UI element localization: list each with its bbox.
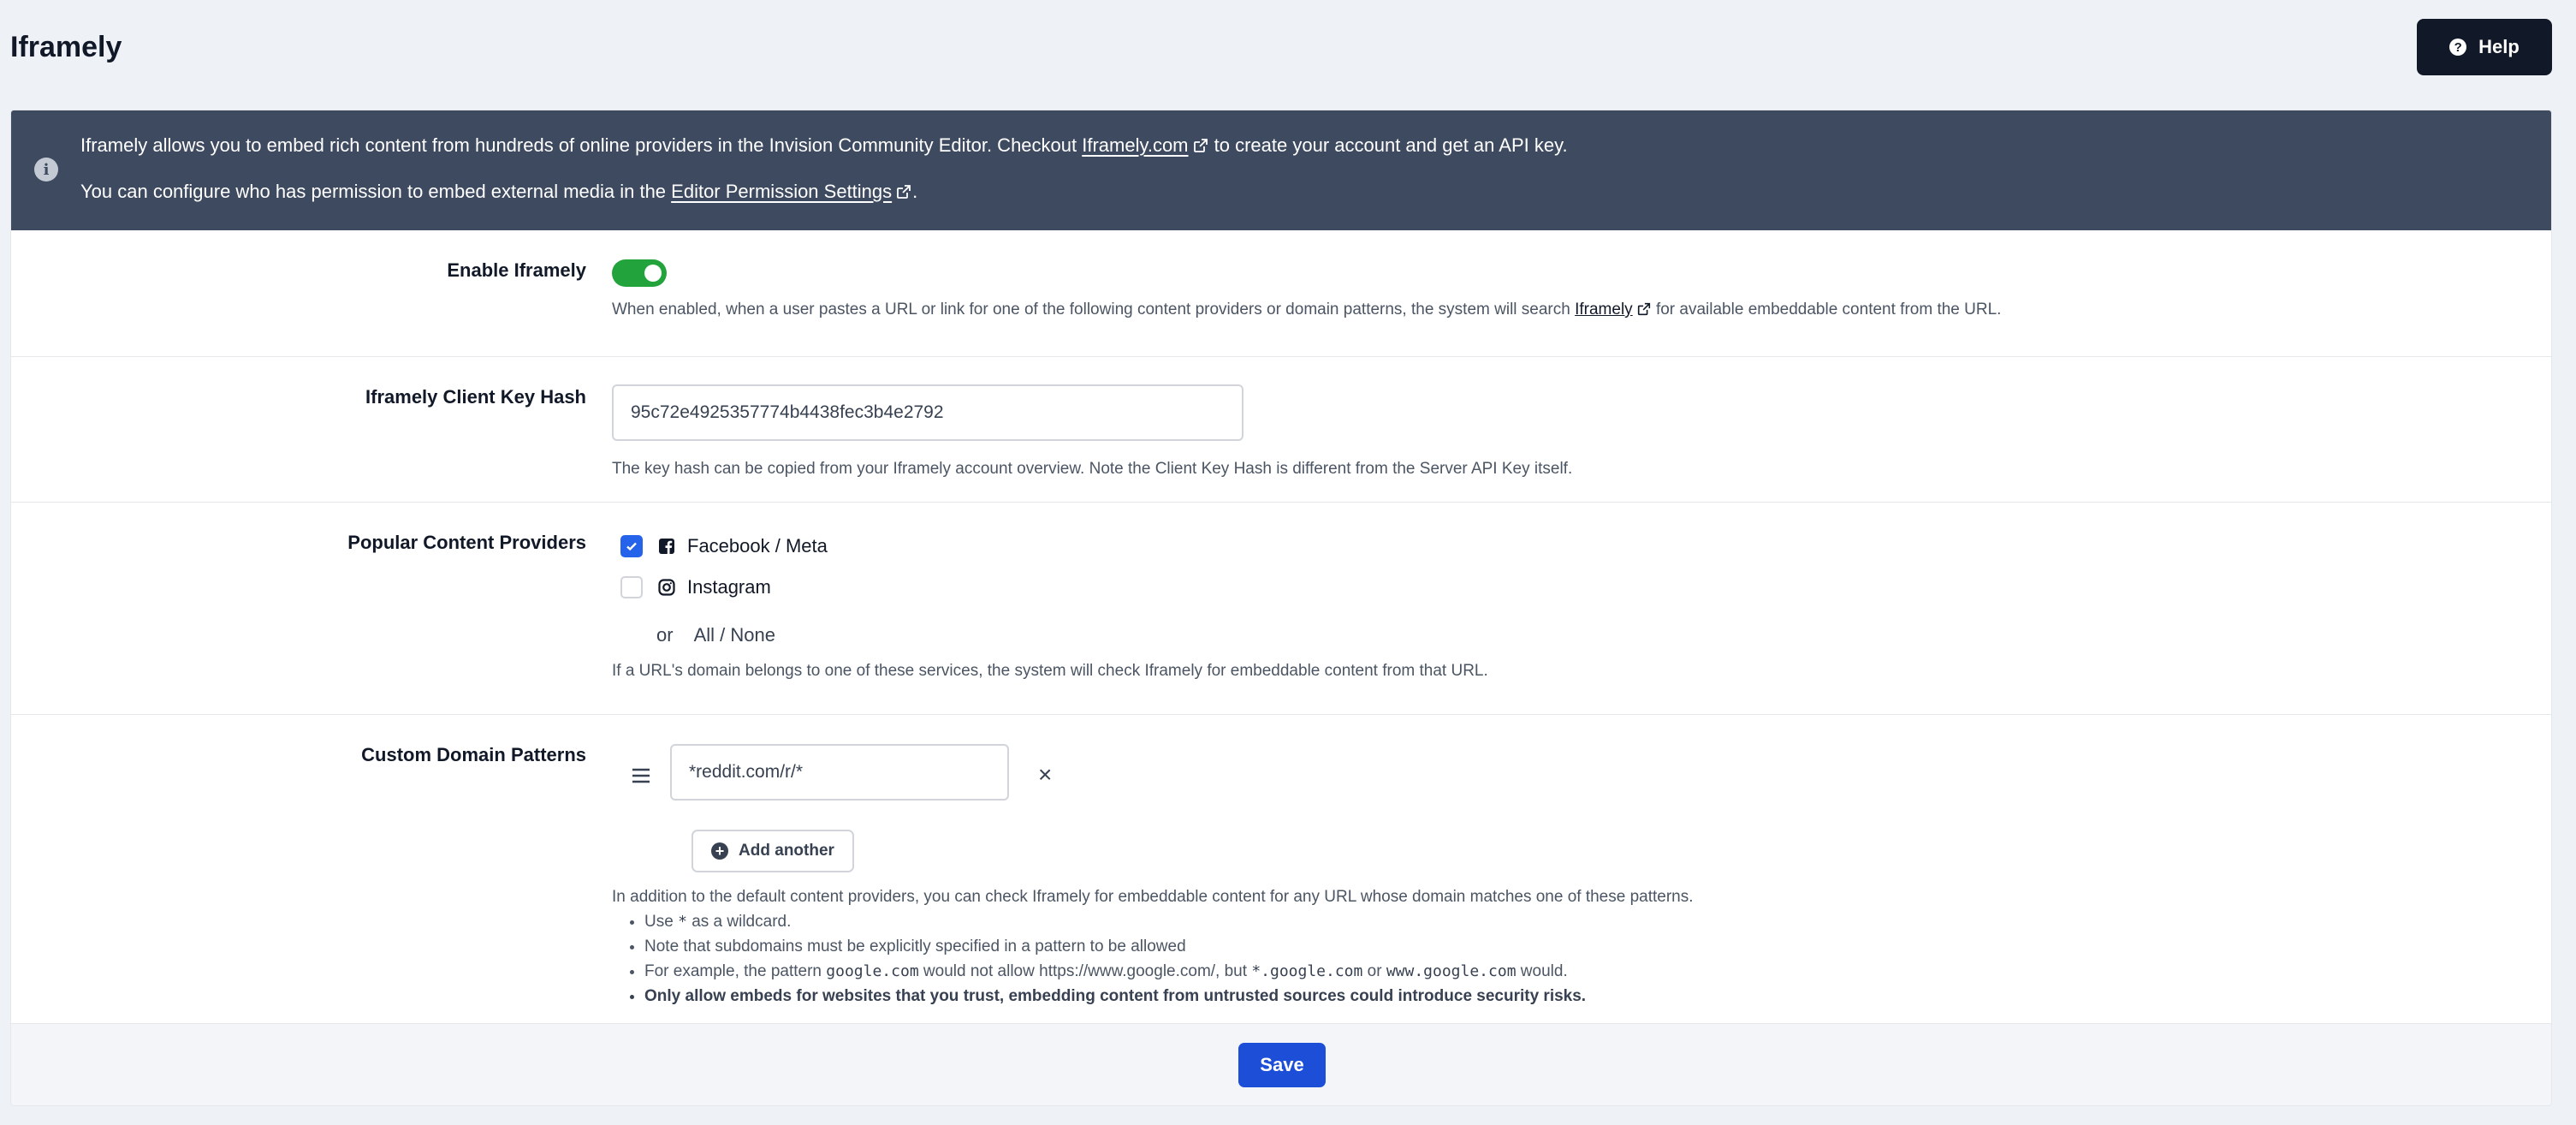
- instagram-icon: [658, 579, 675, 596]
- facebook-icon: [659, 539, 674, 554]
- code-text: google.com: [826, 962, 919, 980]
- banner-text: .: [912, 181, 918, 202]
- banner-line-1: Iframely allows you to embed rich conten…: [80, 134, 1568, 157]
- client-key-input[interactable]: 95c72e4925357774b4438fec3b4e2792: [612, 384, 1243, 441]
- rule-text: as a wildcard.: [686, 913, 792, 931]
- code-text: *: [678, 913, 687, 931]
- enable-label: Enable Iframely: [447, 259, 586, 281]
- external-link-icon: [897, 185, 911, 199]
- banner-text: Iframely allows you to embed rich conten…: [80, 134, 1083, 156]
- provider-facebook[interactable]: Facebook / Meta: [620, 535, 828, 557]
- info-icon: i: [34, 158, 58, 182]
- custom-patterns-label: Custom Domain Patterns: [361, 744, 586, 765]
- help-label: Help: [2478, 36, 2520, 57]
- custom-rules-list: Use * as a wildcard. Note that subdomain…: [612, 909, 1694, 1009]
- pattern-input[interactable]: *reddit.com/r/*: [670, 744, 1009, 801]
- iframely-com-link[interactable]: Iframely.com: [1082, 134, 1188, 156]
- editor-permission-link[interactable]: Editor Permission Settings: [671, 181, 892, 202]
- rule-text: Use: [644, 913, 679, 931]
- custom-patterns-description: In addition to the default content provi…: [612, 884, 1694, 1009]
- add-another-label: Add another: [739, 842, 834, 860]
- client-key-row: Iframely Client Key Hash 95c72e492535777…: [11, 357, 2551, 503]
- rule-text: or: [1362, 962, 1386, 980]
- provider-instagram[interactable]: Instagram: [620, 576, 771, 598]
- facebook-checkbox[interactable]: [620, 535, 643, 557]
- save-button[interactable]: Save: [1238, 1043, 1326, 1087]
- or-text: or: [656, 624, 674, 646]
- banner-text: to create your account and get an API ke…: [1208, 134, 1568, 156]
- providers-row: Popular Content Providers Facebook / Met…: [11, 503, 2551, 715]
- instagram-checkbox[interactable]: [620, 576, 643, 598]
- drag-handle-icon[interactable]: [629, 765, 653, 786]
- settings-panel: i Iframely allows you to embed rich cont…: [10, 110, 2552, 1106]
- remove-pattern-icon[interactable]: ×: [1038, 763, 1052, 787]
- rule-text: would not allow https://www.google.com/,…: [918, 962, 1252, 980]
- all-none-link[interactable]: All / None: [694, 624, 775, 646]
- iframely-link[interactable]: Iframely: [1575, 301, 1633, 318]
- info-banner: i Iframely allows you to embed rich cont…: [11, 110, 2551, 230]
- desc-text: for available embeddable content from th…: [1651, 301, 2002, 318]
- list-item: Note that subdomains must be explicitly …: [644, 934, 1694, 959]
- enable-description: When enabled, when a user pastes a URL o…: [612, 301, 2001, 319]
- code-text: www.google.com: [1386, 962, 1517, 980]
- toggle-knob: [644, 265, 662, 282]
- enable-toggle[interactable]: [612, 259, 667, 287]
- page-title: Iframely: [10, 31, 122, 63]
- question-icon: ?: [2449, 39, 2467, 56]
- external-link-icon: [1637, 302, 1650, 316]
- list-item: Use * as a wildcard.: [644, 909, 1694, 934]
- external-link-icon: [1193, 139, 1208, 152]
- desc-text: When enabled, when a user pastes a URL o…: [612, 301, 1576, 318]
- select-all-none: or All / None: [656, 624, 775, 646]
- plus-circle-icon: +: [711, 842, 729, 860]
- rule-text: For example, the pattern: [644, 962, 827, 980]
- add-another-button[interactable]: + Add another: [691, 830, 854, 872]
- custom-intro: In addition to the default content provi…: [612, 888, 1694, 906]
- client-key-description: The key hash can be copied from your Ifr…: [612, 460, 1573, 478]
- provider-label: Instagram: [687, 576, 771, 598]
- rule-text: would.: [1516, 962, 1568, 980]
- provider-label: Facebook / Meta: [687, 535, 828, 557]
- help-button[interactable]: ? Help: [2417, 19, 2552, 75]
- list-item: Only allow embeds for websites that you …: [644, 984, 1694, 1009]
- custom-patterns-row: Custom Domain Patterns *reddit.com/r/* ×…: [11, 715, 2551, 1027]
- banner-line-2: You can configure who has permission to …: [80, 181, 917, 203]
- client-key-label: Iframely Client Key Hash: [365, 386, 586, 408]
- providers-label: Popular Content Providers: [347, 532, 586, 553]
- banner-text: You can configure who has permission to …: [80, 181, 672, 202]
- list-item: For example, the pattern google.com woul…: [644, 959, 1694, 984]
- check-icon: [626, 542, 637, 551]
- code-text: *.google.com: [1251, 962, 1363, 980]
- enable-row: Enable Iframely When enabled, when a use…: [11, 230, 2551, 357]
- providers-description: If a URL's domain belongs to one of thes…: [612, 662, 1488, 680]
- form-footer: Save: [11, 1023, 2551, 1105]
